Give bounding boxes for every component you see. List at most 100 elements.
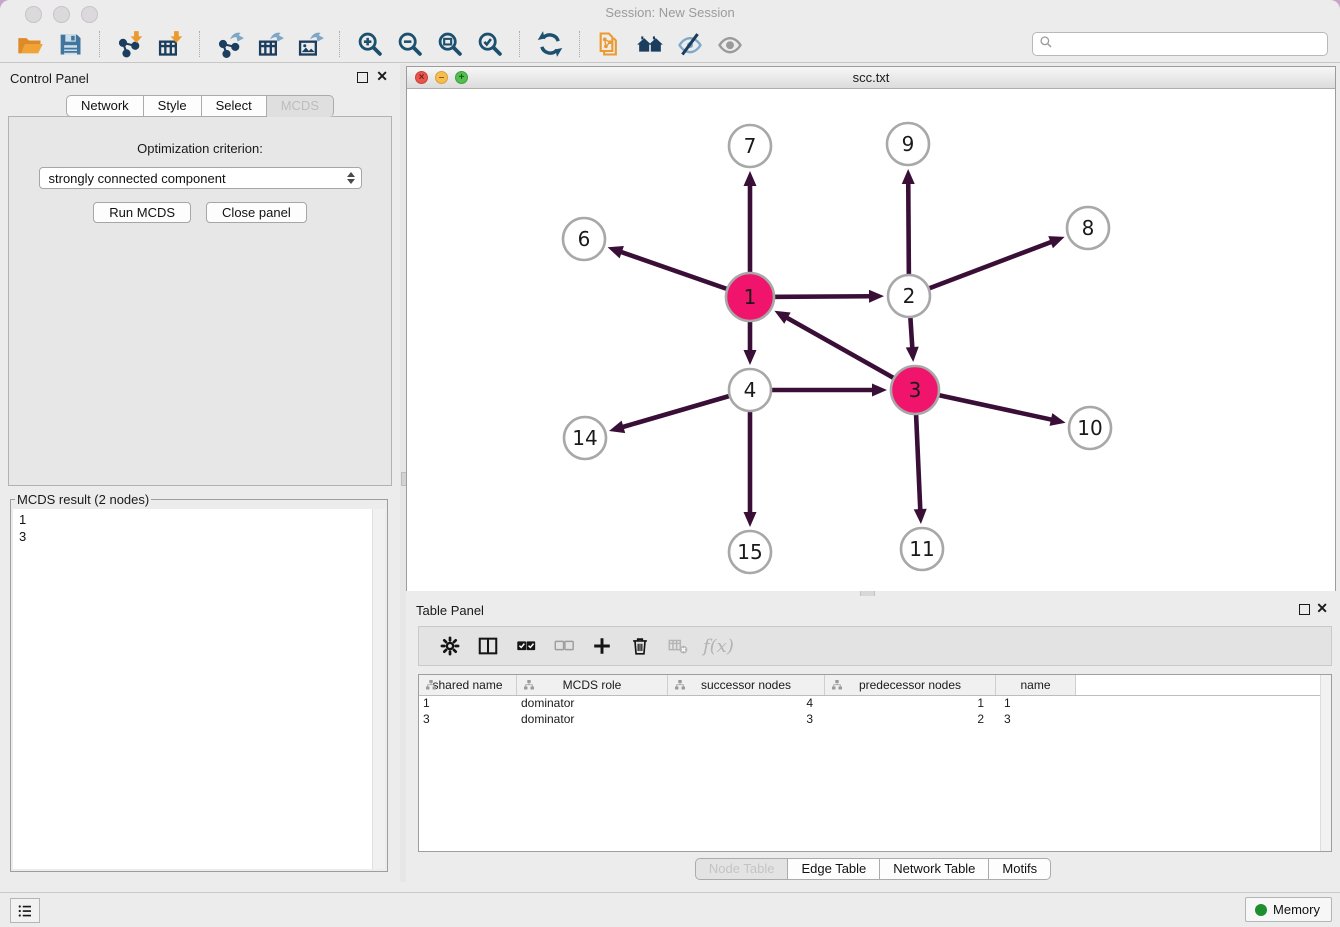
columns-icon <box>477 635 499 657</box>
node-9[interactable]: 9 <box>887 123 929 165</box>
tab-mcds[interactable]: MCDS <box>267 95 334 117</box>
network-window-titlebar[interactable]: × – + scc.txt <box>407 67 1335 89</box>
tab-edge-table[interactable]: Edge Table <box>788 858 880 880</box>
export-image-button[interactable] <box>295 29 325 59</box>
cell-MCDS-role[interactable]: dominator <box>517 712 668 728</box>
node-14[interactable]: 14 <box>564 417 606 459</box>
edge-2-8[interactable] <box>909 241 1052 296</box>
node-label: 8 <box>1082 216 1095 240</box>
hier-icon <box>523 679 535 691</box>
node-10[interactable]: 10 <box>1069 407 1111 449</box>
node-1[interactable]: 1 <box>726 273 774 321</box>
tab-style[interactable]: Style <box>144 95 202 117</box>
clone-network-icon <box>596 30 624 58</box>
search-input[interactable] <box>1053 34 1327 54</box>
status-bar: Memory <box>0 892 1340 927</box>
clone-network-button[interactable] <box>595 29 625 59</box>
hierarchy-icon <box>425 679 437 694</box>
export-network-button[interactable] <box>215 29 245 59</box>
node-label: 3 <box>909 378 922 402</box>
zoom-in-button[interactable] <box>355 29 385 59</box>
hide-eye-slash-icon <box>676 30 704 58</box>
table-body: 1dominator4113dominator323 <box>419 696 1331 728</box>
add-plus-button[interactable] <box>590 634 614 658</box>
save-button[interactable] <box>55 29 85 59</box>
select-all-checked-button[interactable] <box>514 634 538 658</box>
zoom-fit-button[interactable] <box>435 29 465 59</box>
node-4[interactable]: 4 <box>729 369 771 411</box>
cell-shared-name[interactable]: 3 <box>419 712 517 728</box>
node-8[interactable]: 8 <box>1067 207 1109 249</box>
cell-successor-nodes[interactable]: 3 <box>668 712 825 728</box>
app-title: Session: New Session <box>0 5 1340 20</box>
mcds-result-list[interactable]: 1 3 <box>13 509 385 869</box>
tab-select[interactable]: Select <box>202 95 267 117</box>
arrowhead-icon <box>744 171 757 186</box>
column-header-shared-name[interactable]: shared name <box>419 675 517 695</box>
node-label: 1 <box>744 285 757 309</box>
optimization-criterion-select[interactable]: strongly connected component <box>39 167 362 189</box>
show-eye-icon <box>716 30 744 58</box>
cell-name[interactable]: 3 <box>996 712 1076 728</box>
close-panel-icon[interactable]: ✕ <box>376 68 388 84</box>
cell-predecessor-nodes[interactable]: 2 <box>825 712 996 728</box>
show-all-houses-button[interactable] <box>635 29 665 59</box>
tab-node-table[interactable]: Node Table <box>695 858 789 880</box>
table-toolbar: f(x) <box>418 626 1332 666</box>
tab-network-table[interactable]: Network Table <box>880 858 989 880</box>
function-builder-button[interactable]: f(x) <box>703 636 734 657</box>
zoom-selected-button[interactable] <box>475 29 505 59</box>
cell-name[interactable]: 1 <box>996 696 1076 712</box>
network-view-window: × – + scc.txt 7 9 6 8 1 2 4 3 14 10 15 11 <box>406 66 1336 591</box>
refresh-button[interactable] <box>535 29 565 59</box>
arrowhead-icon <box>869 290 884 303</box>
column-header-MCDS-role[interactable]: MCDS role <box>517 675 668 695</box>
table-scrollbar[interactable] <box>1320 675 1331 851</box>
cell-successor-nodes[interactable]: 4 <box>668 696 825 712</box>
cell-MCDS-role[interactable]: dominator <box>517 696 668 712</box>
search-box[interactable] <box>1032 32 1328 56</box>
hide-eye-slash-button[interactable] <box>675 29 705 59</box>
run-mcds-button[interactable]: Run MCDS <box>93 202 191 223</box>
table-row[interactable]: 3dominator323 <box>419 712 1331 728</box>
task-history-button[interactable] <box>10 898 40 923</box>
float-panel-icon[interactable] <box>357 72 368 83</box>
node-6[interactable]: 6 <box>563 218 605 260</box>
node-11[interactable]: 11 <box>901 528 943 570</box>
node-table[interactable]: shared nameMCDS rolesuccessor nodesprede… <box>418 674 1332 852</box>
cell-shared-name[interactable]: 1 <box>419 696 517 712</box>
node-15[interactable]: 15 <box>729 531 771 573</box>
zoom-out-button[interactable] <box>395 29 425 59</box>
node-3[interactable]: 3 <box>891 366 939 414</box>
export-table-button[interactable] <box>255 29 285 59</box>
export-table-icon <box>256 30 284 58</box>
tab-network[interactable]: Network <box>66 95 144 117</box>
cell-predecessor-nodes[interactable]: 1 <box>825 696 996 712</box>
import-network-button[interactable] <box>115 29 145 59</box>
network-graph[interactable]: 7 9 6 8 1 2 4 3 14 10 15 11 <box>407 89 1335 591</box>
columns-button[interactable] <box>476 634 500 658</box>
node-2[interactable]: 2 <box>888 275 930 317</box>
node-label: 7 <box>744 134 757 158</box>
tab-motifs[interactable]: Motifs <box>989 858 1051 880</box>
trash-button[interactable] <box>628 634 652 658</box>
show-eye-button[interactable] <box>715 29 745 59</box>
deselect-all-button[interactable] <box>552 634 576 658</box>
table-row[interactable]: 1dominator411 <box>419 696 1331 712</box>
import-table-button[interactable] <box>155 29 185 59</box>
network-canvas[interactable]: 7 9 6 8 1 2 4 3 14 10 15 11 <box>407 89 1335 591</box>
settings-gear-button[interactable] <box>438 634 462 658</box>
close-panel-button[interactable]: Close panel <box>206 202 307 223</box>
node-label: 9 <box>902 132 915 156</box>
open-folder-button[interactable] <box>15 29 45 59</box>
delete-table-button[interactable] <box>666 634 690 658</box>
memory-button[interactable]: Memory <box>1245 897 1332 922</box>
result-scrollbar[interactable] <box>372 509 385 869</box>
arrowhead-icon <box>744 350 757 365</box>
column-header-name[interactable]: name <box>996 675 1076 695</box>
column-header-predecessor-nodes[interactable]: predecessor nodes <box>825 675 996 695</box>
node-7[interactable]: 7 <box>729 125 771 167</box>
float-table-panel-icon[interactable] <box>1299 604 1310 615</box>
close-table-panel-icon[interactable]: ✕ <box>1316 600 1328 616</box>
column-header-successor-nodes[interactable]: successor nodes <box>668 675 825 695</box>
